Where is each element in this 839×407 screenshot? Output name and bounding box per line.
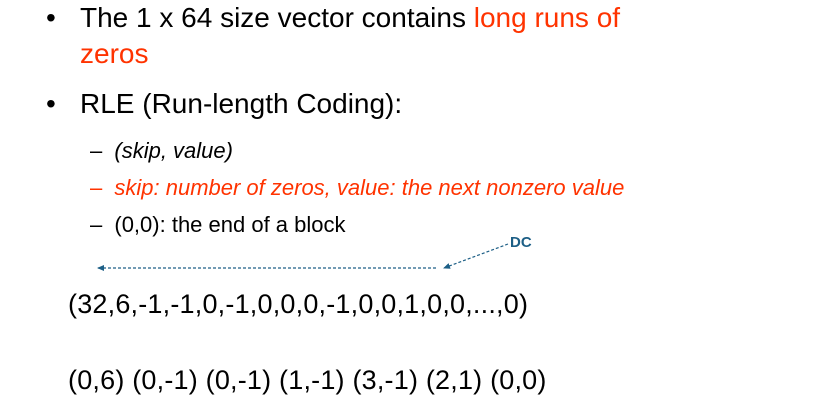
dc-label: DC: [510, 234, 532, 251]
rle-encoded-sequence: (0,6) (0,-1) (0,-1) (1,-1) (3,-1) (2,1) …: [68, 365, 547, 395]
dc-pointer-arrow: [443, 243, 509, 269]
coefficient-sequence: (32,6,-1,-1,0,-1,0,0,0,-1,0,0,1,0,0,...,…: [68, 289, 529, 319]
dc-annotation-arrows: [97, 243, 509, 271]
